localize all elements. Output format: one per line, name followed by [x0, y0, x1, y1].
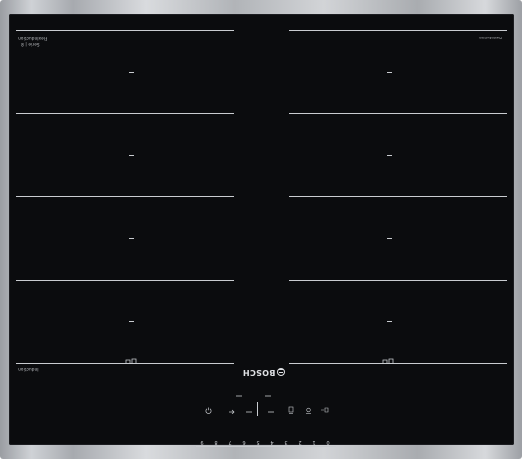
- moveMode-icon[interactable]: [320, 406, 329, 414]
- slider-track: [196, 446, 336, 447]
- bosch-logo: BOSCH: [242, 366, 286, 378]
- zone-divider-left-1: [16, 113, 234, 114]
- slider-level[interactable]: 1: [310, 439, 318, 445]
- slider-level[interactable]: 4: [268, 439, 276, 445]
- slider-level[interactable]: 3: [282, 439, 290, 445]
- childlock-icon[interactable]: [228, 409, 236, 414]
- slider-level[interactable]: 8: [212, 439, 220, 445]
- zone-divider-right-3: [289, 280, 507, 281]
- minus-button-left[interactable]: [235, 394, 243, 398]
- flex-zone-bridge-icon: [382, 358, 394, 364]
- plus-button-right[interactable]: [267, 410, 275, 414]
- zone-center-mark: [387, 321, 392, 322]
- flex-zone-bridge-icon: [125, 358, 137, 364]
- flexinduction-label-right: FlexInduction: [479, 36, 502, 40]
- zone-center-mark: [129, 72, 134, 73]
- slider-level[interactable]: 9: [198, 439, 206, 445]
- flexinduction-label: FlexInduction: [18, 36, 48, 41]
- induction-label: Induction: [18, 367, 39, 372]
- plus-button-left[interactable]: [245, 410, 253, 414]
- series-label: Serie | 8: [21, 42, 40, 47]
- slider-level[interactable]: 0: [324, 439, 332, 445]
- slider-level[interactable]: 7: [226, 439, 234, 445]
- zone-divider-left-top: [16, 30, 234, 31]
- power-level-slider[interactable]: 9 8 7 6 5 4 3 2 1 0: [196, 439, 336, 447]
- zone-divider-right-2: [289, 196, 507, 197]
- zone-divider-left-3: [16, 280, 234, 281]
- zone-center-mark: [387, 72, 392, 73]
- zone-center-mark: [129, 155, 134, 156]
- ceramic-glass-panel: FlexInduction Serie | 8 FlexInduction In…: [9, 14, 514, 447]
- slider-level[interactable]: 2: [296, 439, 304, 445]
- control-divider: [257, 402, 258, 416]
- zone-divider-right-1: [289, 113, 507, 114]
- minus-button-right[interactable]: [264, 394, 272, 398]
- zone-center-mark: [129, 238, 134, 239]
- bosch-armature-icon: [277, 368, 286, 376]
- bosch-wordmark: BOSCH: [242, 368, 276, 377]
- slider-level[interactable]: 6: [240, 439, 248, 445]
- zone-divider-right-bottom: [289, 363, 507, 364]
- boost-icon[interactable]: [305, 407, 312, 414]
- zone-divider-left-2: [16, 196, 234, 197]
- zone-divider-right-top: [289, 30, 507, 31]
- zone-center-mark: [387, 238, 392, 239]
- slider-level[interactable]: 5: [254, 439, 262, 445]
- timer-icon[interactable]: [288, 406, 294, 414]
- power-icon[interactable]: [205, 407, 212, 414]
- zone-center-mark: [129, 321, 134, 322]
- zone-center-mark: [387, 155, 392, 156]
